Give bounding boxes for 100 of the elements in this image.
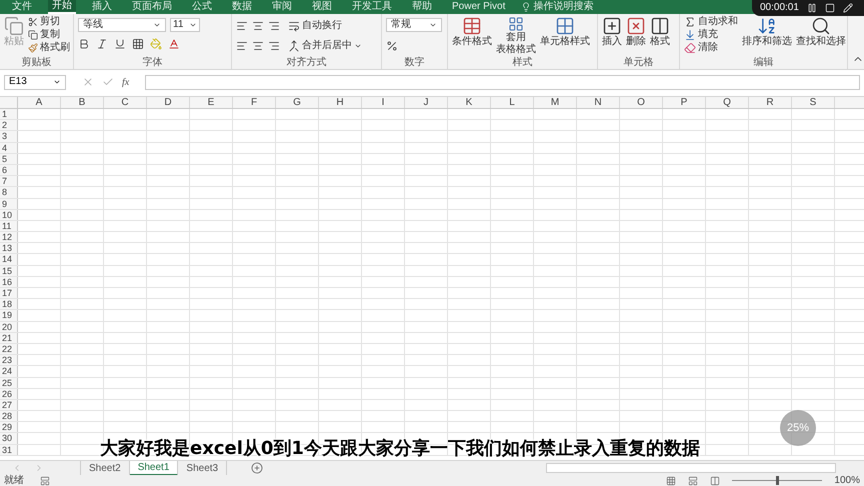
align-top-icon[interactable] [236, 20, 248, 32]
sort-filter-button[interactable]: 排序和筛选 [742, 16, 792, 48]
column-header[interactable]: D [147, 97, 190, 108]
ribbon-tab[interactable]: 审阅 [268, 1, 296, 13]
column-header[interactable]: E [190, 97, 233, 108]
bold-icon[interactable] [78, 38, 90, 50]
ribbon-tab[interactable]: 开发工具 [348, 1, 396, 13]
insert-button[interactable]: 插入 [602, 16, 622, 48]
column-header[interactable]: A [18, 97, 61, 108]
align-left-icon[interactable] [236, 40, 248, 52]
formula-field[interactable] [145, 74, 860, 90]
fill-color-icon[interactable] [150, 38, 162, 50]
row-header[interactable]: 16 [0, 276, 18, 287]
row-header[interactable]: 25 [0, 378, 18, 388]
row-header[interactable]: 15 [0, 266, 18, 276]
merge-center-button[interactable]: 合并后居中 [288, 40, 362, 52]
row-header[interactable]: 18 [0, 299, 18, 310]
pause-icon[interactable] [806, 3, 817, 13]
row-header[interactable]: 19 [0, 310, 18, 321]
cell-styles-button[interactable]: 单元格样式 [540, 16, 590, 48]
row-header[interactable]: 8 [0, 187, 18, 198]
row-header[interactable]: 27 [0, 400, 18, 410]
delete-button[interactable]: 删除 [626, 16, 646, 48]
normal-view-icon[interactable] [666, 476, 676, 486]
ribbon-tab[interactable]: 视图 [308, 1, 336, 13]
clear-button[interactable]: 清除 [684, 42, 738, 54]
align-right-icon[interactable] [268, 40, 280, 52]
name-box[interactable]: E13 [4, 74, 66, 90]
add-sheet-icon[interactable] [251, 462, 264, 474]
horizontal-scrollbar[interactable] [546, 463, 836, 473]
percent-icon[interactable] [386, 40, 398, 52]
stop-icon[interactable] [824, 3, 835, 13]
row-header[interactable]: 6 [0, 164, 18, 176]
column-header[interactable]: P [663, 97, 706, 108]
ribbon-tab[interactable]: 公式 [188, 1, 216, 13]
column-header[interactable]: L [491, 97, 534, 108]
tell-me-search[interactable]: 操作说明搜索 [521, 1, 594, 13]
column-header[interactable]: J [405, 97, 448, 108]
row-header[interactable]: 4 [0, 142, 18, 153]
number-format-field[interactable]: 常规 [386, 18, 442, 32]
row-header[interactable]: 1 [0, 109, 18, 120]
format-painter-button[interactable]: 格式刷 [28, 42, 70, 54]
sheet-tab[interactable]: Sheet1 [130, 460, 178, 476]
page-layout-view-icon[interactable] [688, 476, 698, 486]
row-header[interactable]: 5 [0, 154, 18, 164]
page-break-view-icon[interactable] [710, 476, 720, 486]
format-as-table-button[interactable]: 套用 表格格式 [496, 16, 536, 56]
row-header[interactable]: 30 [0, 433, 18, 444]
row-header[interactable]: 2 [0, 120, 18, 130]
autosum-button[interactable]: 自动求和 [684, 16, 738, 28]
cut-button[interactable]: 剪切 [28, 16, 70, 28]
font-color-icon[interactable] [168, 38, 180, 50]
column-header[interactable]: K [448, 97, 491, 108]
column-header[interactable]: R [749, 97, 792, 108]
column-header[interactable]: G [276, 97, 319, 108]
row-header[interactable]: 21 [0, 332, 18, 343]
conditional-format-button[interactable]: 条件格式 [452, 16, 492, 48]
borders-icon[interactable] [132, 38, 144, 50]
column-header[interactable]: C [104, 97, 147, 108]
row-header[interactable]: 31 [0, 444, 18, 455]
pencil-icon[interactable] [842, 3, 853, 13]
align-bottom-icon[interactable] [268, 20, 280, 32]
align-center-icon[interactable] [252, 40, 264, 52]
row-header[interactable]: 17 [0, 288, 18, 298]
column-header[interactable]: H [319, 97, 362, 108]
row-header[interactable]: 10 [0, 210, 18, 220]
row-header[interactable]: 11 [0, 220, 18, 232]
row-header[interactable]: 29 [0, 422, 18, 432]
row-header[interactable]: 12 [0, 232, 18, 242]
ribbon-tab[interactable]: 文件 [8, 1, 36, 13]
ribbon-tab[interactable]: 页面布局 [128, 1, 176, 13]
insert-function-button[interactable]: fx [122, 74, 130, 90]
column-header[interactable]: I [362, 97, 405, 108]
fill-button[interactable]: 填充 [684, 29, 738, 41]
row-header[interactable]: 26 [0, 388, 18, 399]
row-header[interactable]: 23 [0, 355, 18, 366]
zoom-slider-thumb[interactable] [776, 476, 780, 485]
italic-icon[interactable] [96, 38, 108, 50]
column-header[interactable]: B [61, 97, 104, 108]
underline-icon[interactable] [114, 38, 126, 50]
column-header[interactable]: F [233, 97, 276, 108]
ribbon-tab[interactable]: 开始 [48, 0, 76, 14]
font-size-field[interactable]: 11 [170, 18, 200, 32]
ribbon-tab[interactable]: 数据 [228, 1, 256, 13]
ribbon-tab[interactable]: Power Pivot [448, 1, 510, 13]
column-header[interactable]: O [620, 97, 663, 108]
align-middle-icon[interactable] [252, 20, 264, 32]
copy-button[interactable]: 复制 [28, 29, 70, 41]
row-header[interactable]: 9 [0, 198, 18, 209]
row-header[interactable]: 20 [0, 322, 18, 332]
font-name-field[interactable]: 等线 [78, 18, 166, 32]
row-header[interactable]: 7 [0, 176, 18, 186]
ribbon-tab[interactable]: 帮助 [408, 1, 436, 13]
column-header[interactable]: M [534, 97, 577, 108]
row-header[interactable]: 13 [0, 243, 18, 254]
row-header[interactable]: 28 [0, 411, 18, 422]
column-header[interactable]: S [792, 97, 835, 108]
column-header[interactable]: N [577, 97, 620, 108]
row-header[interactable]: 24 [0, 366, 18, 376]
column-header[interactable]: Q [706, 97, 749, 108]
